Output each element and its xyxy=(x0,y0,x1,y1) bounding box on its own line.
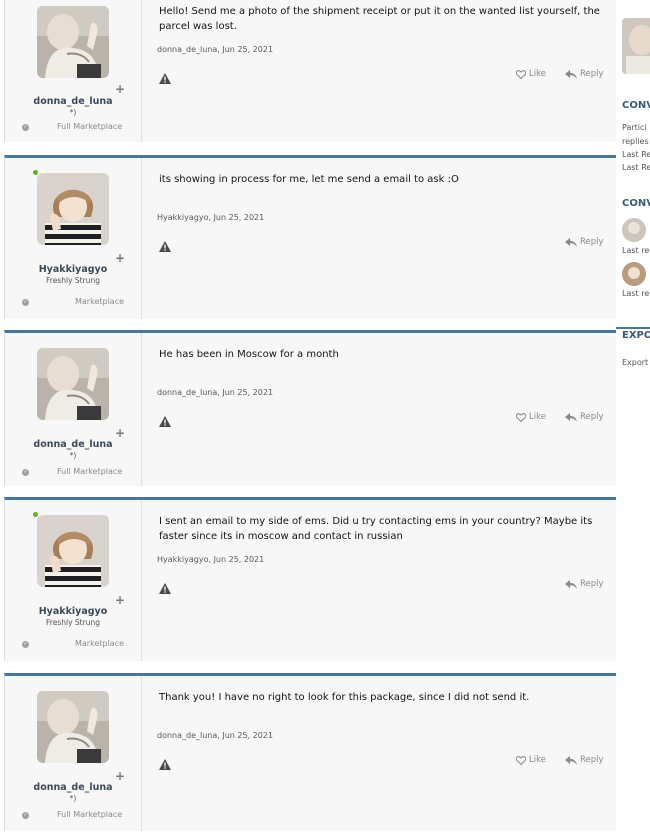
reply-label: Reply xyxy=(580,237,604,247)
message-user-block: + donna_de_luna *) ✓ Full Marketplace xyxy=(5,333,142,486)
username-link[interactable]: Hyakkiyagyo xyxy=(5,264,141,275)
user-title: Freshly Strung xyxy=(46,618,100,627)
participant-avatar-small[interactable] xyxy=(622,262,646,286)
user-title: *) xyxy=(69,794,77,803)
like-label: Like xyxy=(529,412,546,422)
heart-icon xyxy=(516,412,526,422)
sidebar-section-export-title: EXPO xyxy=(622,330,650,341)
like-label: Like xyxy=(529,755,546,765)
reply-arrow-icon xyxy=(565,755,577,765)
message-post: + donna_de_luna *) ✓ Full Marketplace He… xyxy=(4,330,616,486)
like-label: Like xyxy=(529,69,546,79)
message-body: Hello! Send me a photo of the shipment r… xyxy=(159,6,600,32)
online-indicator xyxy=(33,170,38,175)
message-post: + Hyakkiyagyo Freshly Strung ✓ Marketpla… xyxy=(4,497,616,661)
sidebar-line: Last Re xyxy=(622,150,650,159)
user-title: *) xyxy=(69,451,77,460)
message-post: + donna_de_luna *) ✓ Full Marketplace He… xyxy=(4,0,616,142)
avatar[interactable] xyxy=(37,6,109,78)
reply-label: Reply xyxy=(580,755,604,765)
reply-button[interactable]: Reply xyxy=(565,579,604,589)
username-link[interactable]: donna_de_luna xyxy=(5,782,141,793)
user-badge: Full Marketplace xyxy=(57,467,123,476)
like-button[interactable]: Like xyxy=(516,412,546,422)
reply-button[interactable]: Reply xyxy=(565,69,604,79)
plus-icon[interactable]: + xyxy=(115,426,125,440)
online-indicator xyxy=(33,512,38,517)
check-circle-icon: ✓ xyxy=(22,812,29,819)
sidebar-line: Partici xyxy=(622,123,647,132)
warning-triangle-icon[interactable] xyxy=(159,412,171,427)
username-link[interactable]: donna_de_luna xyxy=(5,439,141,450)
sidebar-section-conversation-title: CONV xyxy=(622,100,650,111)
message-post: + donna_de_luna *) ✓ Full Marketplace Th… xyxy=(4,673,616,831)
message-body: He has been in Moscow for a month xyxy=(159,349,339,360)
plus-icon[interactable]: + xyxy=(115,769,125,783)
plus-icon[interactable]: + xyxy=(115,593,125,607)
conversation-thread: + donna_de_luna *) ✓ Full Marketplace He… xyxy=(0,0,616,834)
divider xyxy=(616,327,650,329)
reply-button[interactable]: Reply xyxy=(565,755,604,765)
username-link[interactable]: Hyakkiyagyo xyxy=(5,606,141,617)
reply-button[interactable]: Reply xyxy=(565,412,604,422)
reply-arrow-icon xyxy=(565,412,577,422)
message-meta[interactable]: Hyakkiyagyo, Jun 25, 2021 xyxy=(157,555,264,564)
reply-button[interactable]: Reply xyxy=(565,237,604,247)
reply-arrow-icon xyxy=(565,237,577,247)
reply-label: Reply xyxy=(580,69,604,79)
participant-avatar-small[interactable] xyxy=(622,218,646,242)
message-user-block: + donna_de_luna *) ✓ Full Marketplace xyxy=(5,676,142,831)
reply-label: Reply xyxy=(580,412,604,422)
reply-arrow-icon xyxy=(565,69,577,79)
plus-icon[interactable]: + xyxy=(115,251,125,265)
warning-triangle-icon[interactable] xyxy=(159,579,171,594)
warning-triangle-icon[interactable] xyxy=(159,237,171,252)
participant-avatar[interactable] xyxy=(622,18,650,74)
export-link[interactable]: Export xyxy=(622,357,648,369)
like-button[interactable]: Like xyxy=(516,755,546,765)
message-user-block: + donna_de_luna *) ✓ Full Marketplace xyxy=(5,0,142,142)
sidebar-line: Last Re xyxy=(622,163,650,172)
user-title: Freshly Strung xyxy=(46,276,100,285)
sidebar-line: Last re xyxy=(622,289,650,298)
user-badge: Full Marketplace xyxy=(57,810,123,819)
sidebar-section-participants-title: CONV xyxy=(622,198,650,209)
avatar[interactable] xyxy=(37,173,109,245)
message-meta[interactable]: Hyakkiyagyo, Jun 25, 2021 xyxy=(157,213,264,222)
check-circle-icon: ✓ xyxy=(22,469,29,476)
check-circle-icon: ✓ xyxy=(22,299,29,306)
message-meta[interactable]: donna_de_luna, Jun 25, 2021 xyxy=(157,45,273,54)
right-sidebar: CONV Partici replies Last Re Last Re CON… xyxy=(616,0,650,834)
check-circle-icon: ✓ xyxy=(22,641,29,648)
message-meta[interactable]: donna_de_luna, Jun 25, 2021 xyxy=(157,388,273,397)
user-title: *) xyxy=(69,108,77,117)
message-meta[interactable]: donna_de_luna, Jun 25, 2021 xyxy=(157,731,273,740)
message-body: its showing in process for me, let me se… xyxy=(159,174,459,185)
like-button[interactable]: Like xyxy=(516,69,546,79)
user-badge: Marketplace xyxy=(75,639,125,648)
message-post: + Hyakkiyagyo Freshly Strung ✓ Marketpla… xyxy=(4,155,616,319)
warning-triangle-icon[interactable] xyxy=(159,69,171,84)
sidebar-line: replies xyxy=(622,137,649,146)
reply-arrow-icon xyxy=(565,579,577,589)
user-badge: Marketplace xyxy=(75,297,125,306)
warning-triangle-icon[interactable] xyxy=(159,755,171,770)
message-user-block: + Hyakkiyagyo Freshly Strung ✓ Marketpla… xyxy=(5,500,142,661)
check-circle-icon: ✓ xyxy=(22,124,29,131)
avatar[interactable] xyxy=(37,515,109,587)
message-user-block: + Hyakkiyagyo Freshly Strung ✓ Marketpla… xyxy=(5,158,142,319)
user-badge: Full Marketplace xyxy=(57,122,123,131)
message-body: Thank you! I have no right to look for t… xyxy=(159,692,530,703)
reply-label: Reply xyxy=(580,579,604,589)
avatar[interactable] xyxy=(37,691,109,763)
username-link[interactable]: donna_de_luna xyxy=(5,96,141,107)
plus-icon[interactable]: + xyxy=(115,82,125,96)
heart-icon xyxy=(516,755,526,765)
avatar[interactable] xyxy=(37,348,109,420)
message-body: I sent an email to my side of ems. Did u… xyxy=(159,516,593,542)
sidebar-line: Last re xyxy=(622,246,650,255)
heart-icon xyxy=(516,69,526,79)
